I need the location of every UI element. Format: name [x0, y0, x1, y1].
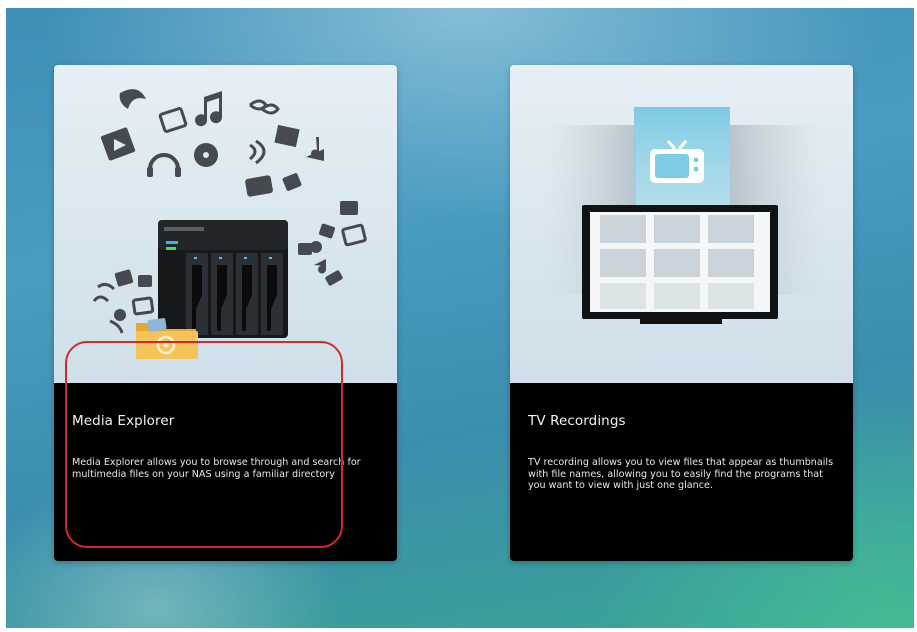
tv-recordings-artwork	[510, 65, 853, 383]
flat-tv-icon	[582, 205, 778, 324]
nas-media-collage-icon	[92, 89, 367, 359]
tv-recordings-card[interactable]: TV Recordings TV recording allows you to…	[510, 65, 853, 561]
tv-recordings-description: TV recording allows you to view files th…	[528, 457, 834, 492]
nas-device-icon	[158, 220, 288, 338]
tv-recordings-info-panel: TV Recordings TV recording allows you to…	[510, 383, 853, 561]
tv-recordings-title: TV Recordings	[528, 413, 626, 429]
highlight-annotation-box	[65, 341, 343, 548]
media-explorer-artwork	[54, 65, 397, 383]
app-background: Media Explorer Media Explorer allows you…	[6, 8, 914, 628]
tv-thumbnail-grid-icon	[546, 107, 822, 324]
